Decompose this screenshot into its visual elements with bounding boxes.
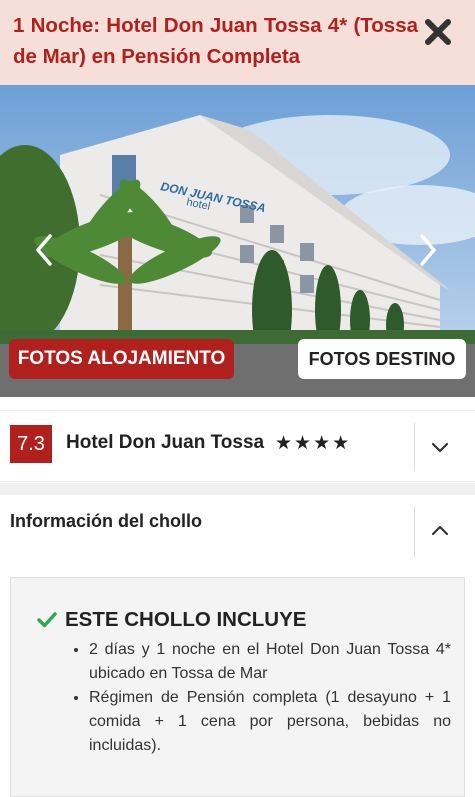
hotel-summary-row[interactable]: 7.3 Hotel Don Juan Tossa ★★★★	[0, 410, 475, 482]
deal-info-title: Información del chollo	[10, 511, 203, 531]
chevron-down-icon[interactable]	[428, 435, 452, 459]
list-item: 2 días y 1 noche en el Hotel Don Juan To…	[89, 638, 451, 686]
next-photo-icon[interactable]	[412, 230, 442, 270]
hotel-name: Hotel Don Juan Tossa	[66, 432, 265, 453]
section-gap	[0, 483, 475, 495]
includes-box: ESTE CHOLLO INCLUYE 2 días y 1 noche en …	[10, 577, 465, 797]
deal-header: 1 Noche: Hotel Don Juan Tossa 4* (Tossa …	[0, 0, 475, 85]
includes-title: ESTE CHOLLO INCLUYE	[37, 608, 306, 632]
deal-title: 1 Noche: Hotel Don Juan Tossa 4* (Tossa …	[13, 14, 418, 68]
check-icon	[37, 612, 57, 628]
close-icon[interactable]	[420, 14, 456, 50]
list-item: Régimen de Pensión completa (1 desayuno …	[89, 686, 451, 758]
chevron-up-icon[interactable]	[428, 519, 452, 543]
divider	[414, 507, 415, 557]
includes-list: 2 días y 1 noche en el Hotel Don Juan To…	[71, 638, 451, 758]
photo-gallery[interactable]: DON JUAN TOSSA hotel FOTOS ALOJAMIENTO F…	[0, 85, 475, 397]
rating-badge: 7.3	[10, 425, 52, 463]
includes-title-text: ESTE CHOLLO INCLUYE	[65, 608, 307, 631]
star-rating: ★★★★	[275, 433, 352, 454]
destination-photos-button[interactable]: FOTOS DESTINO	[298, 339, 466, 379]
divider	[414, 423, 415, 471]
prev-photo-icon[interactable]	[30, 230, 60, 270]
deal-info-header[interactable]: Información del chollo	[0, 495, 475, 563]
accommodation-photos-button[interactable]: FOTOS ALOJAMIENTO	[9, 339, 234, 379]
